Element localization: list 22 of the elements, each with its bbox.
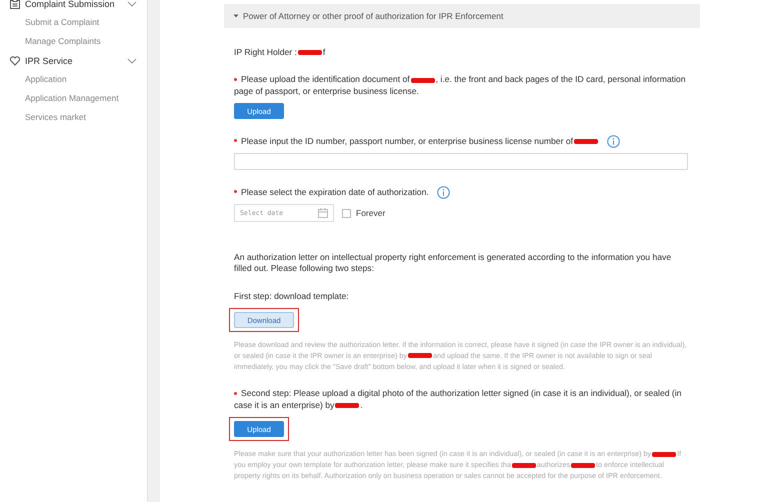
label-text: IP Right Holder : f (234, 47, 326, 58)
section-header[interactable]: Power of Attorney or other proof of authorization for IPR Enforcement (224, 4, 700, 28)
menu-item[interactable]: Services market (0, 108, 147, 127)
checkbox-label[interactable]: Forever (356, 208, 386, 218)
checkbox[interactable] (342, 208, 351, 218)
menu-group[interactable]: Complaint Submission (25, 0, 127, 9)
menu-item[interactable]: Application Management (0, 89, 147, 108)
label-text: An authorization letter on intellectual property right enforcement is generated according to the information you have filled out. Please following two steps: (234, 252, 672, 275)
heart-icon (9, 55, 21, 67)
label-text: Please input the ID number, passport number, or enterprise business license number of (234, 136, 599, 148)
section-title[interactable]: Power of Attorney or other proof of authorization for IPR Enforcement (243, 11, 504, 21)
label-text: Please select the expiration date of authorization. (234, 186, 429, 198)
clipboard-icon (9, 0, 21, 10)
menu-item[interactable]: Application (0, 70, 147, 89)
menu-item[interactable]: Submit a Complaint (0, 13, 147, 32)
label-text: Please upload the identification document of , i.e. the front and back pages of the ID card, personal information page of passport, or enterprise business license. (234, 74, 686, 98)
menu-item[interactable]: Manage Complaints (0, 32, 147, 51)
calendar-icon (318, 208, 328, 218)
input-field[interactable] (234, 153, 688, 170)
menu-group[interactable]: IPR Service (25, 56, 127, 66)
label-text: First step: download template: (234, 290, 349, 302)
label-text: Second step: Please upload a digital photo of the authorization letter signed (in case it is an individual), or sealed (in case it is an enterprise) by . (234, 388, 682, 412)
